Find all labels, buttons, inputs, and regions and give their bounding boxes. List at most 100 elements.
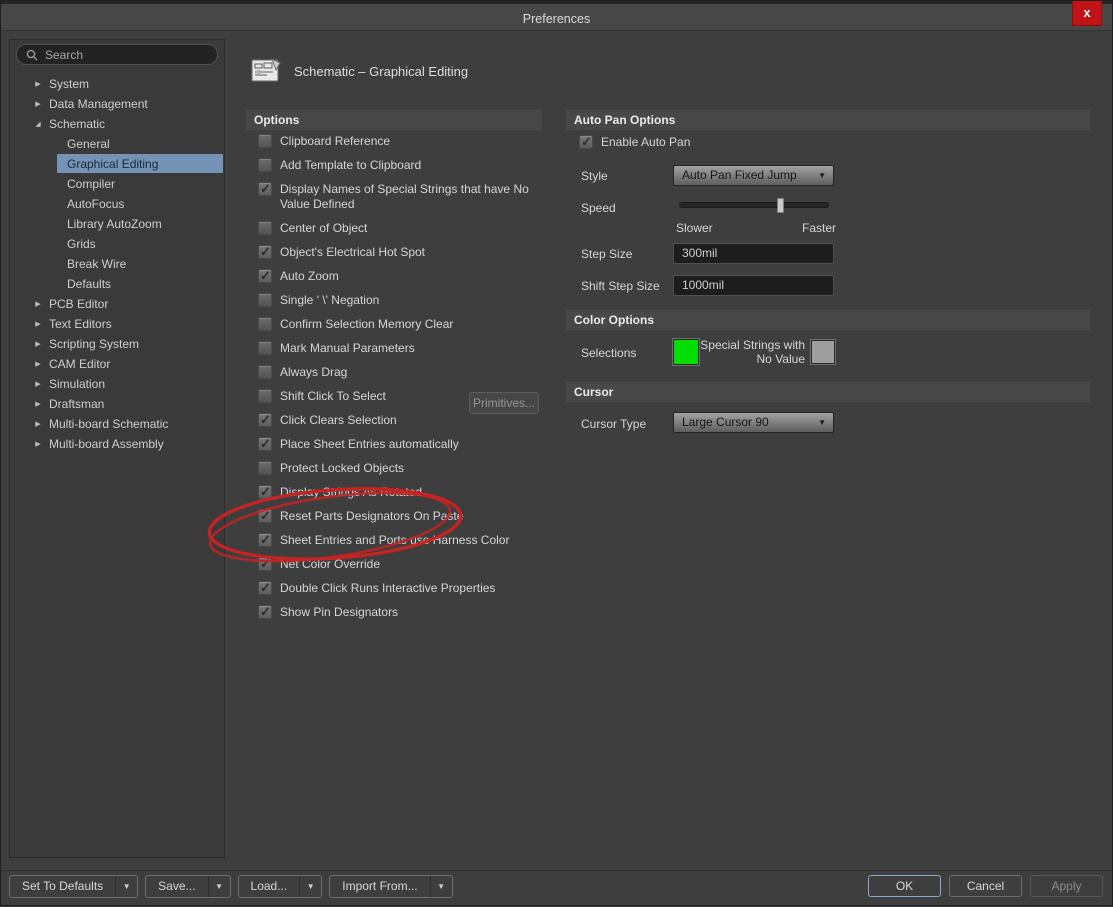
sidebar-item-label: Data Management bbox=[49, 97, 148, 111]
option-checkbox-double-click-runs-interactive-properties[interactable] bbox=[258, 581, 272, 595]
sidebar-item-break-wire[interactable]: Break Wire bbox=[10, 254, 224, 274]
selections-label: Selections bbox=[581, 346, 636, 360]
cursor-section-header: Cursor bbox=[566, 382, 1090, 402]
option-checkbox-add-template-to-clipboard[interactable] bbox=[258, 158, 272, 172]
sidebar-item-defaults[interactable]: Defaults bbox=[10, 274, 224, 294]
style-label: Style bbox=[581, 169, 608, 183]
sidebar-item-multi-board-assembly[interactable]: ▶Multi-board Assembly bbox=[10, 434, 224, 454]
option-checkbox-click-clears-selection[interactable] bbox=[258, 413, 272, 427]
option-label: Shift Click To Select bbox=[280, 389, 386, 404]
tree-collapsed-icon[interactable]: ▶ bbox=[33, 400, 43, 408]
tree-collapsed-icon[interactable]: ▶ bbox=[33, 340, 43, 348]
chevron-down-icon[interactable]: ▼ bbox=[299, 876, 321, 897]
option-row: Net Color Override bbox=[246, 557, 542, 572]
sidebar-item-graphical-editing[interactable]: Graphical Editing bbox=[10, 154, 224, 174]
option-checkbox-net-color-override[interactable] bbox=[258, 557, 272, 571]
button-label[interactable]: Import From... bbox=[330, 876, 429, 897]
option-checkbox-clipboard-reference[interactable] bbox=[258, 134, 272, 148]
tree-collapsed-icon[interactable]: ▶ bbox=[33, 80, 43, 88]
option-label: Click Clears Selection bbox=[280, 413, 397, 428]
tree-collapsed-icon[interactable]: ▶ bbox=[33, 380, 43, 388]
option-row: Mark Manual Parameters bbox=[246, 341, 542, 356]
sidebar-item-grids[interactable]: Grids bbox=[10, 234, 224, 254]
option-checkbox-sheet-entries-and-ports-use-harness-colo[interactable] bbox=[258, 533, 272, 547]
tree-collapsed-icon[interactable]: ▶ bbox=[33, 360, 43, 368]
style-dropdown[interactable]: Auto Pan Fixed Jump ▼ bbox=[673, 165, 834, 186]
ok-button[interactable]: OK bbox=[868, 875, 941, 897]
sidebar-item-label: System bbox=[49, 77, 89, 91]
sidebar-item-text-editors[interactable]: ▶Text Editors bbox=[10, 314, 224, 334]
button-label[interactable]: Load... bbox=[239, 876, 300, 897]
sidebar-item-system[interactable]: ▶ System bbox=[10, 74, 224, 94]
option-checkbox-single-negation[interactable] bbox=[258, 293, 272, 307]
tree-collapsed-icon[interactable]: ▶ bbox=[33, 320, 43, 328]
speed-faster-label: Faster bbox=[802, 221, 836, 235]
primitives-button[interactable]: Primitives... bbox=[469, 392, 539, 414]
chevron-down-icon[interactable]: ▼ bbox=[430, 876, 452, 897]
tree-collapsed-icon[interactable]: ▶ bbox=[33, 440, 43, 448]
option-label: Double Click Runs Interactive Properties bbox=[280, 581, 495, 596]
page-header: Schematic – Graphical Editing bbox=[249, 57, 468, 85]
step-size-input[interactable]: 300mil bbox=[673, 243, 834, 264]
option-checkbox-shift-click-to-select[interactable] bbox=[258, 389, 272, 403]
enable-auto-pan-checkbox[interactable] bbox=[579, 135, 593, 149]
option-checkbox-display-strings-as-rotated[interactable] bbox=[258, 485, 272, 499]
sidebar-item-compiler[interactable]: Compiler bbox=[10, 174, 224, 194]
search-input[interactable]: Search bbox=[16, 44, 218, 65]
sidebar-item-scripting-system[interactable]: ▶Scripting System bbox=[10, 334, 224, 354]
cursor-type-label: Cursor Type bbox=[581, 417, 646, 431]
sidebar-item-library-autozoom[interactable]: Library AutoZoom bbox=[10, 214, 224, 234]
option-checkbox-display-names-of-special-strings-that-ha[interactable] bbox=[258, 182, 272, 196]
save-button[interactable]: Save...▼ bbox=[145, 875, 230, 898]
cancel-button[interactable]: Cancel bbox=[949, 875, 1022, 897]
option-checkbox-reset-parts-designators-on-paste[interactable] bbox=[258, 509, 272, 523]
chevron-down-icon[interactable]: ▼ bbox=[115, 876, 137, 897]
special-strings-color-swatch[interactable] bbox=[811, 340, 835, 364]
sidebar-item-draftsman[interactable]: ▶Draftsman bbox=[10, 394, 224, 414]
tree-collapsed-icon[interactable]: ▶ bbox=[33, 100, 43, 108]
option-checkbox-confirm-selection-memory-clear[interactable] bbox=[258, 317, 272, 331]
set-to-defaults-button[interactable]: Set To Defaults▼ bbox=[9, 875, 138, 898]
shift-step-size-input[interactable]: 1000mil bbox=[673, 275, 834, 296]
import-from-button[interactable]: Import From...▼ bbox=[329, 875, 452, 898]
sidebar-item-simulation[interactable]: ▶Simulation bbox=[10, 374, 224, 394]
sidebar-item-multi-board-schematic[interactable]: ▶ Multi-board Schematic bbox=[10, 414, 224, 434]
load-button[interactable]: Load...▼ bbox=[238, 875, 323, 898]
option-checkbox-object-s-electrical-hot-spot[interactable] bbox=[258, 245, 272, 259]
tree-collapsed-icon[interactable]: ▶ bbox=[33, 300, 43, 308]
sidebar-item-label: Compiler bbox=[67, 177, 115, 191]
option-checkbox-mark-manual-parameters[interactable] bbox=[258, 341, 272, 355]
sidebar-item-label: Library AutoZoom bbox=[67, 217, 162, 231]
search-placeholder: Search bbox=[45, 48, 83, 62]
option-row: Display Strings As Rotated bbox=[246, 485, 542, 500]
speed-slider-thumb[interactable] bbox=[777, 198, 784, 213]
close-button[interactable]: x bbox=[1072, 1, 1102, 26]
option-checkbox-place-sheet-entries-automatically[interactable] bbox=[258, 437, 272, 451]
button-label[interactable]: Save... bbox=[146, 876, 207, 897]
options-list: Clipboard ReferenceAdd Template to Clipb… bbox=[246, 134, 542, 629]
apply-button[interactable]: Apply bbox=[1030, 875, 1103, 897]
speed-scale-labels: Slower Faster bbox=[676, 221, 836, 235]
sidebar-item-general[interactable]: General bbox=[10, 134, 224, 154]
sidebar-item-data-management[interactable]: ▶ Data Management bbox=[10, 94, 224, 114]
sidebar-item-label: Schematic bbox=[49, 117, 105, 131]
option-checkbox-protect-locked-objects[interactable] bbox=[258, 461, 272, 475]
option-checkbox-center-of-object[interactable] bbox=[258, 221, 272, 235]
chevron-down-icon[interactable]: ▼ bbox=[208, 876, 230, 897]
tree-expanded-icon[interactable]: ◢ bbox=[33, 120, 43, 128]
sidebar-item-autofocus[interactable]: AutoFocus bbox=[10, 194, 224, 214]
sidebar-item-pcb-editor[interactable]: ▶PCB Editor bbox=[10, 294, 224, 314]
option-label: Place Sheet Entries automatically bbox=[280, 437, 459, 452]
sidebar-item-schematic[interactable]: ◢ Schematic bbox=[10, 114, 224, 134]
cursor-type-dropdown[interactable]: Large Cursor 90 ▼ bbox=[673, 412, 834, 433]
selections-color-swatch[interactable] bbox=[673, 339, 699, 365]
sidebar-item-cam-editor[interactable]: ▶CAM Editor bbox=[10, 354, 224, 374]
option-checkbox-always-drag[interactable] bbox=[258, 365, 272, 379]
option-checkbox-auto-zoom[interactable] bbox=[258, 269, 272, 283]
tree-collapsed-icon[interactable]: ▶ bbox=[33, 420, 43, 428]
speed-slider[interactable] bbox=[679, 202, 829, 208]
sidebar-item-label: Multi-board Schematic bbox=[49, 417, 168, 431]
style-dropdown-value: Auto Pan Fixed Jump bbox=[682, 168, 797, 182]
option-checkbox-show-pin-designators[interactable] bbox=[258, 605, 272, 619]
button-label[interactable]: Set To Defaults bbox=[10, 876, 115, 897]
